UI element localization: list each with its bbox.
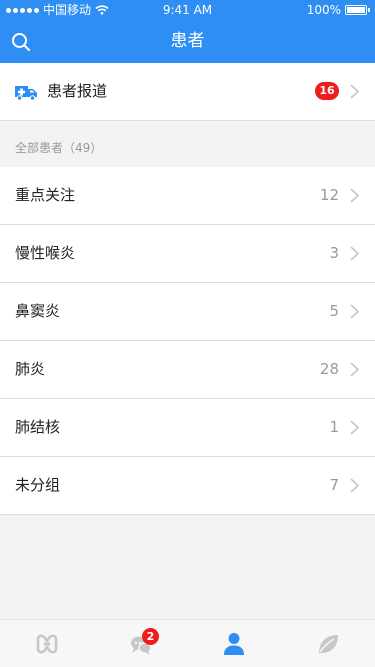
- chevron-right-icon: [350, 362, 359, 377]
- patient-arrival-row[interactable]: 患者报道 16: [0, 63, 375, 121]
- group-row-sinusitis[interactable]: 鼻窦炎 5: [0, 283, 375, 341]
- group-label: 慢性喉炎: [15, 244, 76, 262]
- status-bar: 中国移动 9:41 AM 100%: [0, 0, 375, 20]
- group-label: 鼻窦炎: [15, 302, 61, 320]
- tab-discover[interactable]: [281, 620, 375, 667]
- tab-bar: 2: [0, 619, 375, 667]
- group-row-pneumonia[interactable]: 肺炎 28: [0, 341, 375, 399]
- link-icon: [36, 634, 58, 653]
- page-title: 患者: [170, 31, 205, 51]
- group-row-chronic-laryngitis[interactable]: 慢性喉炎 3: [0, 225, 375, 283]
- leaf-icon: [319, 634, 339, 653]
- status-right: 100%: [306, 0, 370, 20]
- messages-badge: 2: [142, 628, 159, 645]
- tab-workbench[interactable]: [0, 620, 94, 667]
- battery-percent: 100%: [306, 3, 341, 17]
- chevron-right-icon: [350, 478, 359, 493]
- tab-patients[interactable]: [188, 620, 282, 667]
- app-header: 中国移动 9:41 AM 100% 患者: [0, 0, 375, 63]
- ambulance-icon: [15, 86, 37, 101]
- group-count: 1: [329, 418, 339, 436]
- group-label: 肺炎: [15, 360, 46, 378]
- chevron-right-icon: [350, 420, 359, 435]
- group-label: 未分组: [15, 476, 61, 494]
- group-label: 重点关注: [15, 186, 76, 204]
- group-count: 12: [319, 186, 339, 204]
- chevron-right-icon: [350, 246, 359, 261]
- arrival-label: 患者报道: [47, 82, 108, 100]
- group-row-key-focus[interactable]: 重点关注 12: [0, 167, 375, 225]
- nav-bar: 患者: [0, 20, 375, 63]
- arrival-badge: 16: [315, 82, 339, 100]
- group-row-ungrouped[interactable]: 未分组 7: [0, 457, 375, 515]
- tab-messages[interactable]: [94, 620, 188, 667]
- battery-icon: [345, 5, 370, 15]
- group-label: 肺结核: [15, 418, 61, 436]
- chevron-right-icon: [350, 188, 359, 203]
- group-count: 3: [329, 244, 339, 262]
- chevron-right-icon: [350, 304, 359, 319]
- user-icon: [224, 632, 245, 655]
- group-count: 28: [319, 360, 339, 378]
- group-row-tuberculosis[interactable]: 肺结核 1: [0, 399, 375, 457]
- section-header: 全部患者（49）: [0, 121, 375, 167]
- group-count: 7: [329, 476, 339, 494]
- group-count: 5: [329, 302, 339, 320]
- chevron-right-icon: [350, 84, 359, 99]
